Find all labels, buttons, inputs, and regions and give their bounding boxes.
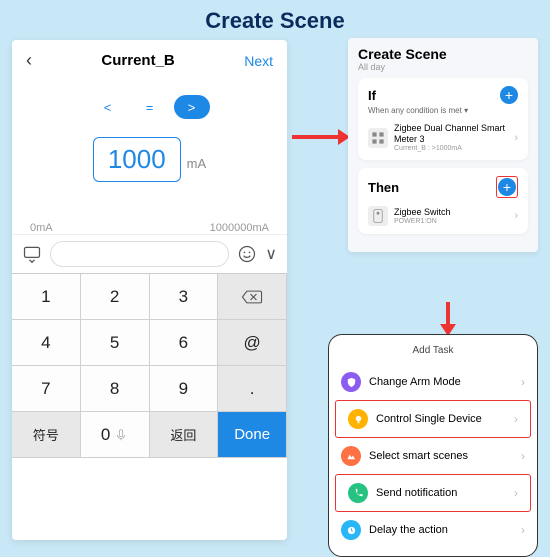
back-button[interactable]: ‹	[26, 50, 32, 71]
key-9[interactable]: 9	[150, 366, 219, 412]
chevron-right-icon: ›	[521, 523, 525, 537]
equal-button[interactable]: =	[132, 95, 168, 119]
value-input[interactable]: 1000	[93, 137, 181, 182]
key-done[interactable]: Done	[218, 412, 287, 458]
task-delay-action[interactable]: Delay the action ›	[329, 512, 537, 548]
then-card: Then + Zigbee Switch POWER1:ON ›	[358, 168, 528, 234]
key-at[interactable]: @	[218, 320, 287, 366]
task-label: Send notification	[376, 487, 506, 499]
range-min: 0mA	[30, 222, 53, 234]
key-6[interactable]: 6	[150, 320, 219, 366]
smile-icon[interactable]	[237, 244, 257, 264]
shield-icon	[341, 372, 361, 392]
key-7[interactable]: 7	[12, 366, 81, 412]
device-condition: Current_B : >1000mA	[394, 145, 508, 152]
keypad: 1 2 3 4 5 6 @ 7 8 9 . 符号 0 返回 Done	[12, 273, 287, 458]
header-title: Current_B	[101, 52, 174, 69]
chevron-right-icon: ›	[514, 132, 518, 144]
key-0[interactable]: 0	[81, 412, 150, 458]
add-condition-button[interactable]: +	[500, 86, 518, 104]
scene-icon	[341, 446, 361, 466]
device-name: Zigbee Dual Channel Smart Meter 3	[394, 123, 508, 145]
if-card: If + When any condition is met ▾ Zigbee …	[358, 78, 528, 160]
greater-than-button[interactable]: >	[174, 95, 210, 119]
condition-device-row[interactable]: Zigbee Dual Channel Smart Meter 3 Curren…	[368, 123, 518, 152]
range-labels: 0mA 1000000mA	[12, 222, 287, 234]
chevron-right-icon: ›	[521, 449, 525, 463]
mic-icon	[114, 427, 128, 443]
text-field[interactable]	[50, 241, 229, 267]
less-than-button[interactable]: <	[90, 95, 126, 119]
arrow-down-icon	[446, 302, 450, 326]
key-1[interactable]: 1	[12, 274, 81, 320]
then-label: Then	[368, 180, 399, 195]
scene-title: Create Scene	[358, 46, 528, 62]
bulb-icon	[348, 409, 368, 429]
key-backspace[interactable]	[218, 274, 287, 320]
key-symbols[interactable]: 符号	[12, 412, 81, 458]
if-condition-text[interactable]: When any condition is met ▾	[368, 106, 518, 115]
key-return[interactable]: 返回	[150, 412, 219, 458]
task-label: Delay the action	[369, 524, 513, 536]
device-icon	[368, 128, 388, 148]
chevron-right-icon: ›	[514, 412, 518, 426]
value-editor-panel: ‹ Current_B Next < = > 1000 mA 0mA 10000…	[12, 40, 287, 540]
comparator-row: < = >	[12, 95, 287, 119]
range-max: 1000000mA	[210, 222, 269, 234]
chevron-down-icon: ▾	[464, 106, 468, 115]
clock-icon	[341, 520, 361, 540]
input-bar: ∨	[12, 234, 287, 273]
key-8[interactable]: 8	[81, 366, 150, 412]
key-5[interactable]: 5	[81, 320, 150, 366]
scene-subtitle: All day	[358, 62, 528, 72]
keyboard-down-icon[interactable]	[22, 244, 42, 264]
task-select-scenes[interactable]: Select smart scenes ›	[329, 438, 537, 474]
header: ‹ Current_B Next	[12, 40, 287, 81]
task-control-device[interactable]: Control Single Device ›	[336, 401, 530, 437]
page-title: Create Scene	[0, 8, 550, 34]
chevron-right-icon: ›	[521, 375, 525, 389]
unit-label: mA	[187, 156, 207, 171]
key-4[interactable]: 4	[12, 320, 81, 366]
task-label: Select smart scenes	[369, 450, 513, 462]
next-button[interactable]: Next	[244, 53, 273, 69]
key-2[interactable]: 2	[81, 274, 150, 320]
key-dot[interactable]: .	[218, 366, 287, 412]
if-label: If	[368, 88, 376, 103]
device-name: Zigbee Switch	[394, 207, 508, 218]
switch-icon	[368, 206, 388, 226]
phone-icon	[348, 483, 368, 503]
device-action: POWER1:ON	[394, 218, 508, 225]
arrow-right-icon	[292, 135, 340, 139]
task-change-arm-mode[interactable]: Change Arm Mode ›	[329, 364, 537, 400]
create-scene-panel: Create Scene All day If + When any condi…	[348, 38, 538, 252]
chevron-right-icon: ›	[514, 486, 518, 500]
add-task-title: Add Task	[329, 345, 537, 356]
chevron-right-icon: ›	[514, 210, 518, 222]
add-task-panel: Add Task Change Arm Mode › Control Singl…	[328, 334, 538, 557]
task-send-notification[interactable]: Send notification ›	[336, 475, 530, 511]
task-label: Change Arm Mode	[369, 376, 513, 388]
action-device-row[interactable]: Zigbee Switch POWER1:ON ›	[368, 206, 518, 226]
task-label: Control Single Device	[376, 413, 506, 425]
add-task-button[interactable]: +	[498, 178, 516, 196]
value-row: 1000 mA	[12, 137, 287, 182]
expand-icon[interactable]: ∨	[265, 244, 277, 264]
key-3[interactable]: 3	[150, 274, 219, 320]
